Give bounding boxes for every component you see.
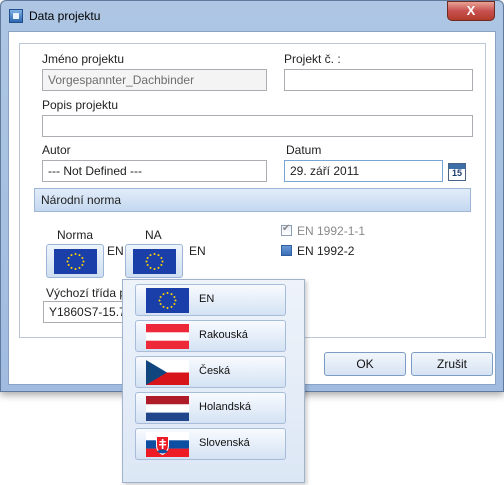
popup-item-netherlands[interactable]: Holandská bbox=[135, 392, 286, 424]
check-label: EN 1992-2 bbox=[297, 244, 355, 258]
app-icon bbox=[9, 9, 23, 23]
cancel-button[interactable]: Zrušit bbox=[411, 352, 493, 376]
popup-item-label: Rakouská bbox=[199, 329, 248, 341]
checkbox[interactable] bbox=[281, 223, 292, 236]
popup-item-label: EN bbox=[199, 293, 215, 305]
na-flag-button[interactable] bbox=[125, 244, 183, 278]
eu-flag-icon bbox=[54, 249, 97, 274]
eu-flag-icon bbox=[146, 288, 189, 313]
norma-code: EN bbox=[107, 244, 124, 258]
popup-item-label: Holandská bbox=[199, 401, 251, 413]
popup-item-label: Slovenská bbox=[199, 437, 250, 449]
norma-flag-button[interactable] bbox=[46, 244, 104, 278]
popup-item-austria[interactable]: Rakouská bbox=[135, 320, 286, 352]
norma-label: Norma bbox=[57, 228, 94, 242]
popup-item-en[interactable]: EN bbox=[135, 284, 286, 316]
popup-item-czech[interactable]: Česká bbox=[135, 356, 286, 388]
ok-button[interactable]: OK bbox=[324, 352, 406, 376]
date-field[interactable]: 29. září 2011 bbox=[284, 160, 443, 182]
project-number-label: Projekt č. : bbox=[284, 52, 341, 66]
check-label: EN 1992-1-1 bbox=[297, 224, 366, 238]
project-name-field[interactable]: Vorgespannter_Dachbinder bbox=[42, 69, 267, 91]
default-class-field[interactable]: Y1860S7-15.7 bbox=[43, 301, 133, 323]
popup-item-slovakia[interactable]: Slovenská bbox=[135, 428, 286, 460]
author-field[interactable]: --- Not Defined --- bbox=[42, 160, 267, 182]
slovakia-flag-icon bbox=[146, 432, 189, 457]
national-standard-header: Národní norma bbox=[34, 188, 471, 212]
close-button[interactable]: X bbox=[447, 1, 495, 21]
popup-item-label: Česká bbox=[199, 365, 231, 377]
date-label: Datum bbox=[286, 143, 322, 157]
author-label: Autor bbox=[42, 143, 71, 157]
project-number-field[interactable] bbox=[284, 69, 473, 91]
project-name-label: Jméno projektu bbox=[42, 52, 125, 66]
description-field[interactable] bbox=[42, 115, 473, 137]
eu-flag-icon bbox=[133, 249, 176, 274]
na-label: NA bbox=[145, 228, 162, 242]
na-code: EN bbox=[189, 244, 206, 258]
checkbox[interactable] bbox=[281, 245, 292, 256]
austria-flag-icon bbox=[146, 324, 189, 349]
netherlands-flag-icon bbox=[146, 396, 189, 421]
standard-selection-popup: EN Rakouská Česká Holandská Slovenská bbox=[122, 279, 305, 483]
czech-flag-icon bbox=[146, 360, 189, 385]
title-bar[interactable]: Data projektu X bbox=[1, 1, 503, 31]
window-title: Data projektu bbox=[29, 9, 101, 23]
default-class-label: Výchozí třída p bbox=[46, 286, 127, 300]
calendar-icon[interactable]: 15 bbox=[448, 163, 466, 181]
description-label: Popis projektu bbox=[42, 98, 119, 112]
